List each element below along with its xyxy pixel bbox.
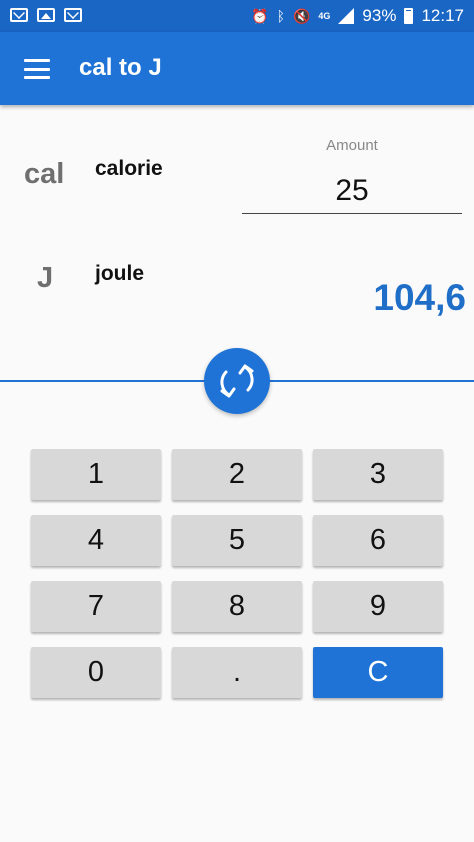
key-3[interactable]: 3 (313, 449, 443, 500)
app-bar: cal to J (0, 32, 474, 105)
amount-input[interactable] (242, 168, 462, 214)
mail-icon (64, 8, 82, 22)
key-6[interactable]: 6 (313, 515, 443, 566)
clock: 12:17 (421, 6, 464, 25)
to-unit-name[interactable]: joule (95, 262, 144, 286)
key-1[interactable]: 1 (31, 449, 161, 500)
alarm-icon: ⏰ (251, 8, 269, 24)
system-icons: ⏰ ᛒ 🔇 4G 93% 12:17 (251, 6, 464, 26)
result-value: 104,6 (373, 277, 466, 318)
key-0[interactable]: 0 (31, 647, 161, 698)
mail-icon (10, 8, 28, 22)
swap-icon (220, 364, 254, 398)
key-2[interactable]: 2 (172, 449, 302, 500)
key-9[interactable]: 9 (313, 581, 443, 632)
key-4[interactable]: 4 (31, 515, 161, 566)
notification-icons (10, 8, 82, 22)
clear-button[interactable]: C (313, 647, 443, 698)
keypad: 1 2 3 4 5 6 7 8 9 0 . C (31, 449, 443, 698)
mute-icon: 🔇 (292, 8, 311, 24)
key-5[interactable]: 5 (172, 515, 302, 566)
amount-label: Amount (326, 137, 378, 154)
bluetooth-icon: ᛒ (276, 8, 285, 24)
network-type: 4G (318, 11, 331, 21)
status-bar: ⏰ ᛒ 🔇 4G 93% 12:17 (0, 0, 474, 32)
from-unit-symbol[interactable]: cal (24, 158, 64, 191)
to-unit-symbol[interactable]: J (37, 262, 53, 295)
menu-icon[interactable] (24, 59, 50, 79)
signal-icon (338, 8, 355, 24)
key-8[interactable]: 8 (172, 581, 302, 632)
key-7[interactable]: 7 (31, 581, 161, 632)
from-unit-name[interactable]: calorie (95, 157, 163, 181)
swap-units-button[interactable] (204, 348, 270, 414)
page-title: cal to J (79, 54, 162, 81)
battery-icon (404, 8, 414, 24)
image-icon (37, 8, 55, 22)
battery-level: 93% (362, 6, 397, 25)
key-decimal[interactable]: . (172, 647, 302, 698)
